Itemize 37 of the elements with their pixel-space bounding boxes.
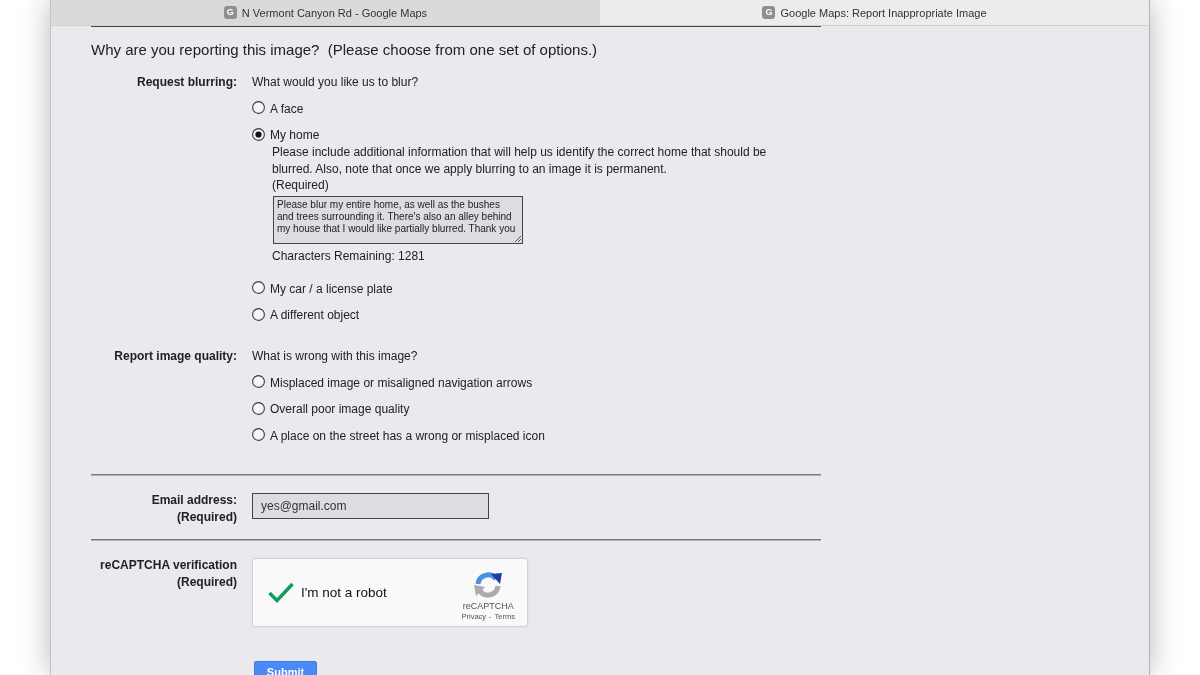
radio-button[interactable] xyxy=(252,307,265,321)
option-note: Please include additional information that will help us identify the correct home that should be blurred. Also, note that once we apply blurring to an image it is permanent. xyxy=(272,144,768,177)
option-label: A place on the street has a wrong or misplaced icon xyxy=(270,427,545,445)
resize-grip-icon[interactable] xyxy=(514,235,521,242)
captcha-brand: reCAPTCHA xyxy=(462,600,514,612)
required-label: (Required) xyxy=(177,508,237,526)
field-label: Email address: xyxy=(151,491,237,509)
tab-favicon: G xyxy=(223,6,237,19)
radio-button[interactable] xyxy=(252,101,265,114)
field-label: reCAPTCHA verification xyxy=(100,556,237,574)
email-field[interactable]: yes@gmail.com xyxy=(252,492,489,519)
group-label: Report image quality: xyxy=(114,348,237,365)
required-note: (Required) xyxy=(272,177,330,194)
checkmark-icon[interactable] xyxy=(268,581,294,603)
option-label: My home xyxy=(270,127,320,144)
radio-button[interactable] xyxy=(252,375,265,388)
option-label: My car / a license plate xyxy=(270,280,393,298)
checkbox-label: I'm not a robot xyxy=(301,584,387,600)
circular-arrows-icon xyxy=(473,570,504,599)
radio-button[interactable] xyxy=(252,127,265,141)
radio-button[interactable] xyxy=(252,428,265,441)
option-label: A face xyxy=(270,100,304,118)
character-counter: Characters Remaining: 1281 xyxy=(272,248,426,265)
radio-button[interactable] xyxy=(252,281,265,294)
option-label: Misplaced image or misaligned navigation arrows xyxy=(270,374,533,392)
comment-field[interactable]: Please blur my entire home, as well as the bushes and trees surrounding it. There's also an alley behind my house that I would like partially blurred. Thank you xyxy=(273,196,523,244)
option-label: Overall poor image quality xyxy=(270,401,410,418)
group-label: Request blurring: xyxy=(137,74,237,91)
required-label: (Required) xyxy=(177,573,237,591)
option-label: A different object xyxy=(270,307,360,324)
tab-favicon: G xyxy=(762,6,776,19)
browser-tab[interactable]: G N Vermont Canyon Rd - Google Maps xyxy=(51,0,600,25)
group-prompt: What would you like us to blur? xyxy=(252,74,419,91)
group-prompt: What is wrong with this image? xyxy=(252,348,418,365)
browser-tab[interactable]: G Google Maps: Report Inappropriate Image xyxy=(600,0,1149,25)
form-heading: Why are you reporting this image? (Please choose from one set of options.) xyxy=(91,40,599,60)
radio-button[interactable] xyxy=(252,401,265,415)
